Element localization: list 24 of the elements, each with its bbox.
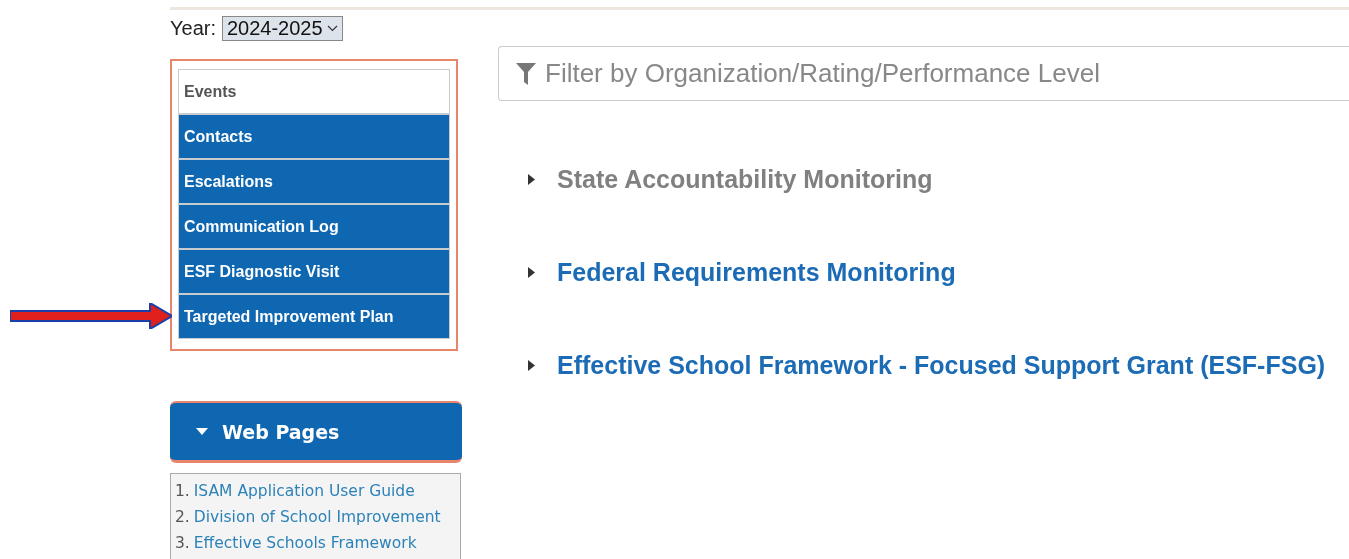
chevron-down-icon — [326, 25, 338, 32]
list-number: 2. — [175, 508, 190, 526]
caret-icon — [528, 359, 535, 371]
link[interactable]: ISAM Application User Guide — [193, 482, 415, 500]
web-pages-header[interactable]: Web Pages — [170, 401, 462, 463]
nav-item[interactable]: Communication Log — [178, 204, 450, 249]
filter-field[interactable]: Filter by Organization/Rating/Performance Level — [498, 46, 1349, 101]
section-heading[interactable]: State Accountability Monitoring — [557, 164, 933, 194]
year-select[interactable]: 2024-2025 — [221, 16, 343, 41]
section-heading[interactable]: Effective School Framework - Focused Support Grant (ESF-FSG) — [557, 350, 1326, 380]
year-label: Year: — [170, 17, 216, 40]
caret-icon — [528, 173, 535, 185]
caret-icon — [528, 266, 535, 278]
nav-item[interactable]: Targeted Improvement Plan — [178, 294, 450, 339]
list-number: 3. — [175, 534, 190, 552]
nav-item[interactable]: Events — [178, 69, 450, 114]
nav-item[interactable]: Contacts — [178, 114, 450, 159]
nav-item[interactable]: ESF Diagnostic Visit — [178, 249, 450, 294]
link[interactable]: Effective Schools Framework — [193, 534, 417, 552]
link[interactable]: Division of School Improvement — [193, 508, 441, 526]
nav-item[interactable]: Escalations — [178, 159, 450, 204]
list-number: 1. — [175, 482, 190, 500]
section-heading[interactable]: Federal Requirements Monitoring — [557, 257, 956, 287]
filter-icon — [516, 63, 536, 85]
